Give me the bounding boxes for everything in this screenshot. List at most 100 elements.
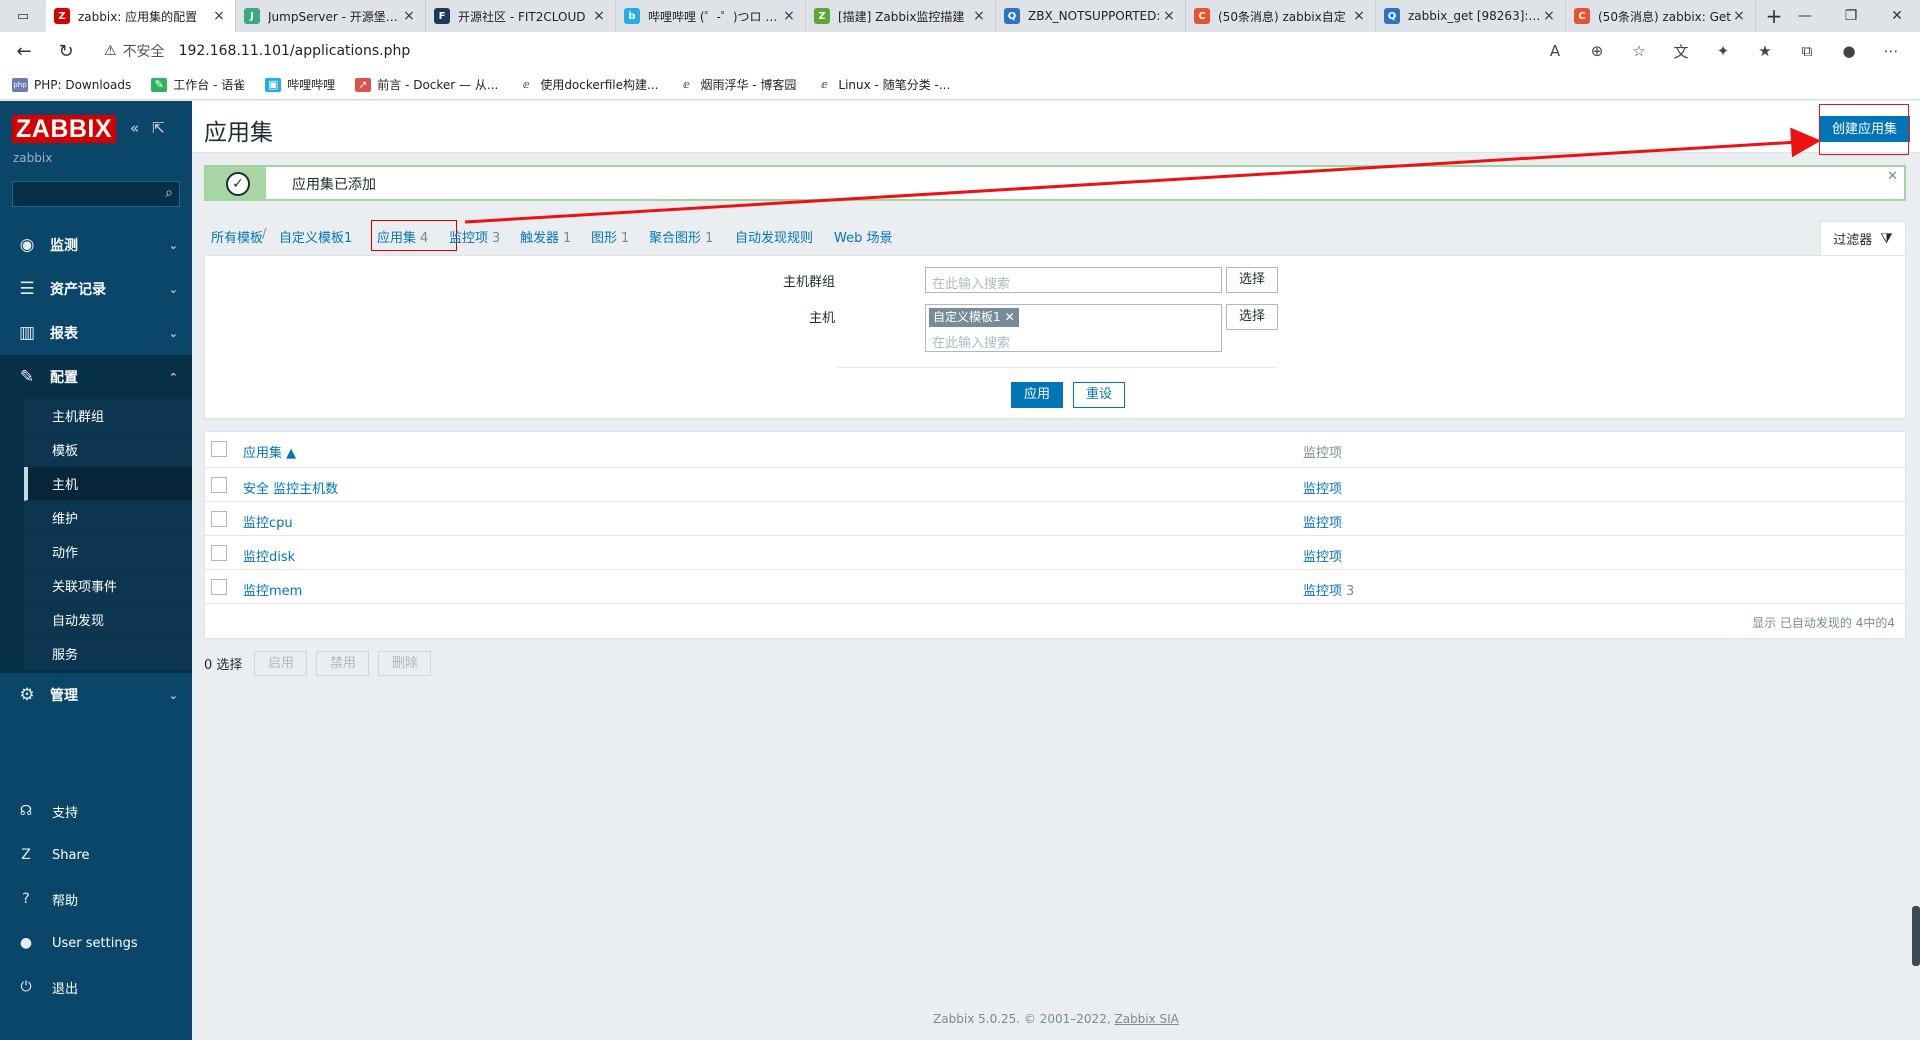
minimize-icon[interactable]: — (1782, 0, 1828, 32)
menu-monitoring[interactable]: ◉ 监测 ⌄ (0, 223, 192, 267)
menu-support[interactable]: ☊ 支持 (0, 789, 192, 833)
favorite-add-icon[interactable]: ☆ (1618, 36, 1660, 66)
read-aloud-icon[interactable]: A (1534, 36, 1576, 66)
close-message-icon[interactable]: ✕ (1887, 169, 1898, 184)
row-checkbox[interactable] (211, 545, 227, 561)
footer-company-link[interactable]: Zabbix SIA (1114, 1012, 1178, 1026)
tab-graphs[interactable]: 图形 1 (591, 227, 629, 246)
items-link[interactable]: 监控项 3 (1303, 580, 1354, 599)
column-name-sort[interactable]: 应用集 ▲ (243, 442, 296, 461)
application-name-link[interactable]: 监控disk (243, 546, 295, 565)
row-checkbox[interactable] (211, 511, 227, 527)
menu-user-settings[interactable]: ● User settings (0, 921, 192, 965)
close-tab-icon[interactable]: × (1731, 8, 1747, 24)
filter-tab[interactable]: 过滤器 ⧩ (1820, 221, 1906, 255)
close-tab-icon[interactable]: × (781, 8, 797, 24)
items-link[interactable]: 监控项 (1303, 478, 1346, 497)
apply-button[interactable]: 应用 (1011, 382, 1063, 408)
items-link[interactable]: 监控项 (1303, 512, 1346, 531)
bookmark-item[interactable]: ➚ 前言 - Docker — 从... (355, 76, 498, 93)
browser-tab[interactable]: Zzabbix: 应用集的配置 × (46, 0, 236, 32)
host-group-input[interactable]: 在此输入搜索 (925, 267, 1222, 293)
submenu-discovery[interactable]: 自动发现 (24, 603, 192, 637)
row-checkbox[interactable] (211, 579, 227, 595)
browser-tab[interactable]: b 哔哩哔哩 (゜-゜)つロ 干杯 × (616, 0, 806, 32)
collections-icon[interactable]: ⧉ (1786, 36, 1828, 66)
browser-tab[interactable]: Q ZBX_NOTSUPPORTED: × (996, 0, 1186, 32)
menu-administration[interactable]: ⚙ 管理 ⌄ (0, 673, 192, 717)
close-window-icon[interactable]: ✕ (1874, 0, 1920, 32)
remove-tag-icon[interactable]: ✕ (1005, 310, 1015, 324)
close-tab-icon[interactable]: × (591, 8, 607, 24)
crumb-template[interactable]: 自定义模板1 (279, 227, 352, 246)
close-tab-icon[interactable]: × (1351, 8, 1367, 24)
scrollbar-thumb[interactable] (1912, 906, 1920, 966)
menu-configuration[interactable]: ✎ 配置 ⌃ (0, 355, 192, 399)
close-tab-icon[interactable]: × (1541, 8, 1557, 24)
bookmark-item[interactable]: ⅇ 烟雨浮华 - 博客园 (678, 76, 796, 93)
tab-discovery[interactable]: 自动发现规则 (735, 227, 813, 246)
favorites-icon[interactable]: ★ (1744, 36, 1786, 66)
browser-tab[interactable]: C (50条消息) zabbix: Get × (1566, 0, 1756, 32)
url-field[interactable]: ⚠ 不安全 192.168.11.101/applications.php (94, 36, 1564, 66)
sidebar-search-input[interactable]: ⌕ (12, 181, 180, 207)
enable-button[interactable]: 启用 (254, 650, 308, 676)
host-group-select-button[interactable]: 选择 (1226, 267, 1278, 293)
items-link[interactable]: 监控项 (1303, 546, 1346, 565)
tab-web[interactable]: Web 场景 (834, 227, 892, 246)
browser-tab[interactable]: Z [描建] Zabbix监控描建 × (806, 0, 996, 32)
close-tab-icon[interactable]: × (211, 8, 227, 24)
kiosk-mode-icon[interactable]: ⇱ (152, 119, 165, 137)
search-icon[interactable]: ⌕ (165, 185, 173, 201)
reset-button[interactable]: 重设 (1073, 382, 1125, 408)
extensions-icon[interactable]: ✦ (1702, 36, 1744, 66)
bookmark-item[interactable]: ⅇ Linux - 随笔分类 -... (816, 76, 950, 93)
submenu-hosts[interactable]: 主机 (24, 467, 192, 501)
host-input[interactable]: 自定义模板1 ✕ 在此输入搜索 (925, 304, 1222, 352)
submenu-maintenance[interactable]: 维护 (24, 501, 192, 535)
bookmark-item[interactable]: ✎ 工作台 - 语雀 (151, 76, 245, 93)
menu-help[interactable]: ? 帮助 (0, 877, 192, 921)
close-tab-icon[interactable]: × (971, 8, 987, 24)
close-tab-icon[interactable]: × (1161, 8, 1177, 24)
menu-inventory[interactable]: ☰ 资产记录 ⌄ (0, 267, 192, 311)
submenu-actions[interactable]: 动作 (24, 535, 192, 569)
application-name-link[interactable]: 安全 监控主机数 (243, 478, 338, 497)
delete-button[interactable]: 删除 (378, 650, 432, 676)
submenu-host-groups[interactable]: 主机群组 (24, 399, 192, 433)
disable-button[interactable]: 禁用 (316, 650, 370, 676)
tab-triggers[interactable]: 触发器 1 (520, 227, 571, 246)
bookmark-item[interactable]: ▣ 哔哩哔哩 (265, 76, 335, 93)
zabbix-logo[interactable]: ZABBIX (12, 115, 117, 143)
browser-tab[interactable]: Qzabbix_get [98263]: Ge × (1376, 0, 1566, 32)
bookmark-item[interactable]: ⅇ 使用dockerfile构建... (518, 76, 659, 93)
row-checkbox[interactable] (211, 477, 227, 493)
select-all-checkbox[interactable] (211, 441, 227, 457)
tab-actions-icon[interactable]: ▭ (0, 0, 46, 32)
collapse-sidebar-icon[interactable]: « (130, 119, 139, 137)
application-name-link[interactable]: 监控cpu (243, 512, 293, 531)
submenu-services[interactable]: 服务 (24, 637, 192, 671)
reload-icon[interactable]: ↻ (48, 36, 84, 66)
tab-items[interactable]: 监控项 3 (449, 227, 500, 246)
crumb-all-templates[interactable]: 所有模板 (211, 227, 263, 246)
close-tab-icon[interactable]: × (401, 8, 417, 24)
application-name-link[interactable]: 监控mem (243, 580, 302, 599)
tab-screens[interactable]: 聚合图形 1 (649, 227, 713, 246)
browser-tab[interactable]: F 开源社区 - FIT2CLOUD × (426, 0, 616, 32)
submenu-templates[interactable]: 模板 (24, 433, 192, 467)
host-select-button[interactable]: 选择 (1226, 304, 1278, 330)
more-icon[interactable]: ⋯ (1870, 36, 1912, 66)
browser-tab[interactable]: C (50条消息) zabbix自定 × (1186, 0, 1376, 32)
back-icon[interactable]: ← (6, 36, 42, 66)
translate-icon[interactable]: 文 (1660, 36, 1702, 66)
profile-icon[interactable]: ● (1828, 36, 1870, 66)
bookmark-item[interactable]: php PHP: Downloads (12, 77, 131, 92)
menu-logout[interactable]: ⏻ 退出 (0, 965, 192, 1009)
menu-share[interactable]: Z Share (0, 833, 192, 877)
menu-reports[interactable]: ▥ 报表 ⌄ (0, 311, 192, 355)
submenu-event-correlation[interactable]: 关联项事件 (24, 569, 192, 603)
zoom-icon[interactable]: ⊕ (1576, 36, 1618, 66)
restore-icon[interactable]: ❐ (1828, 0, 1874, 32)
browser-tab[interactable]: J JumpServer - 开源堡垒机 × (236, 0, 426, 32)
